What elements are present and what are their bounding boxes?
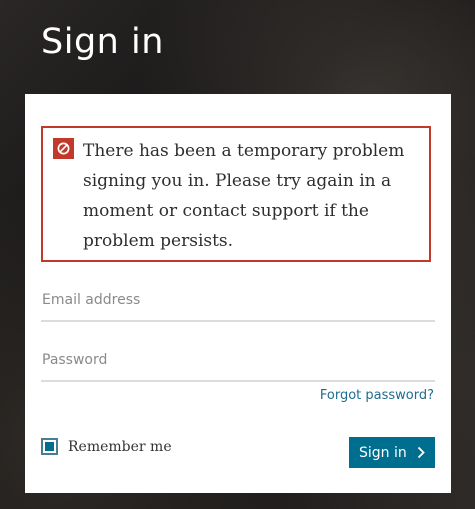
remember-me-label: Remember me <box>68 438 172 455</box>
password-field[interactable] <box>41 346 435 382</box>
sign-in-button-label: Sign in <box>359 444 407 461</box>
remember-me[interactable]: Remember me <box>41 438 172 455</box>
sign-in-button[interactable]: Sign in <box>349 437 435 468</box>
chevron-right-icon <box>417 446 425 459</box>
remember-me-checkbox[interactable] <box>41 438 58 455</box>
forgot-password-link[interactable]: Forgot password? <box>320 388 434 403</box>
email-field[interactable] <box>41 286 435 322</box>
page-title: Sign in <box>41 22 164 62</box>
error-alert: There has been a temporary problem signi… <box>41 126 431 262</box>
block-icon <box>53 138 74 159</box>
sign-in-card: There has been a temporary problem signi… <box>25 94 451 493</box>
alert-message: There has been a temporary problem signi… <box>83 141 405 251</box>
